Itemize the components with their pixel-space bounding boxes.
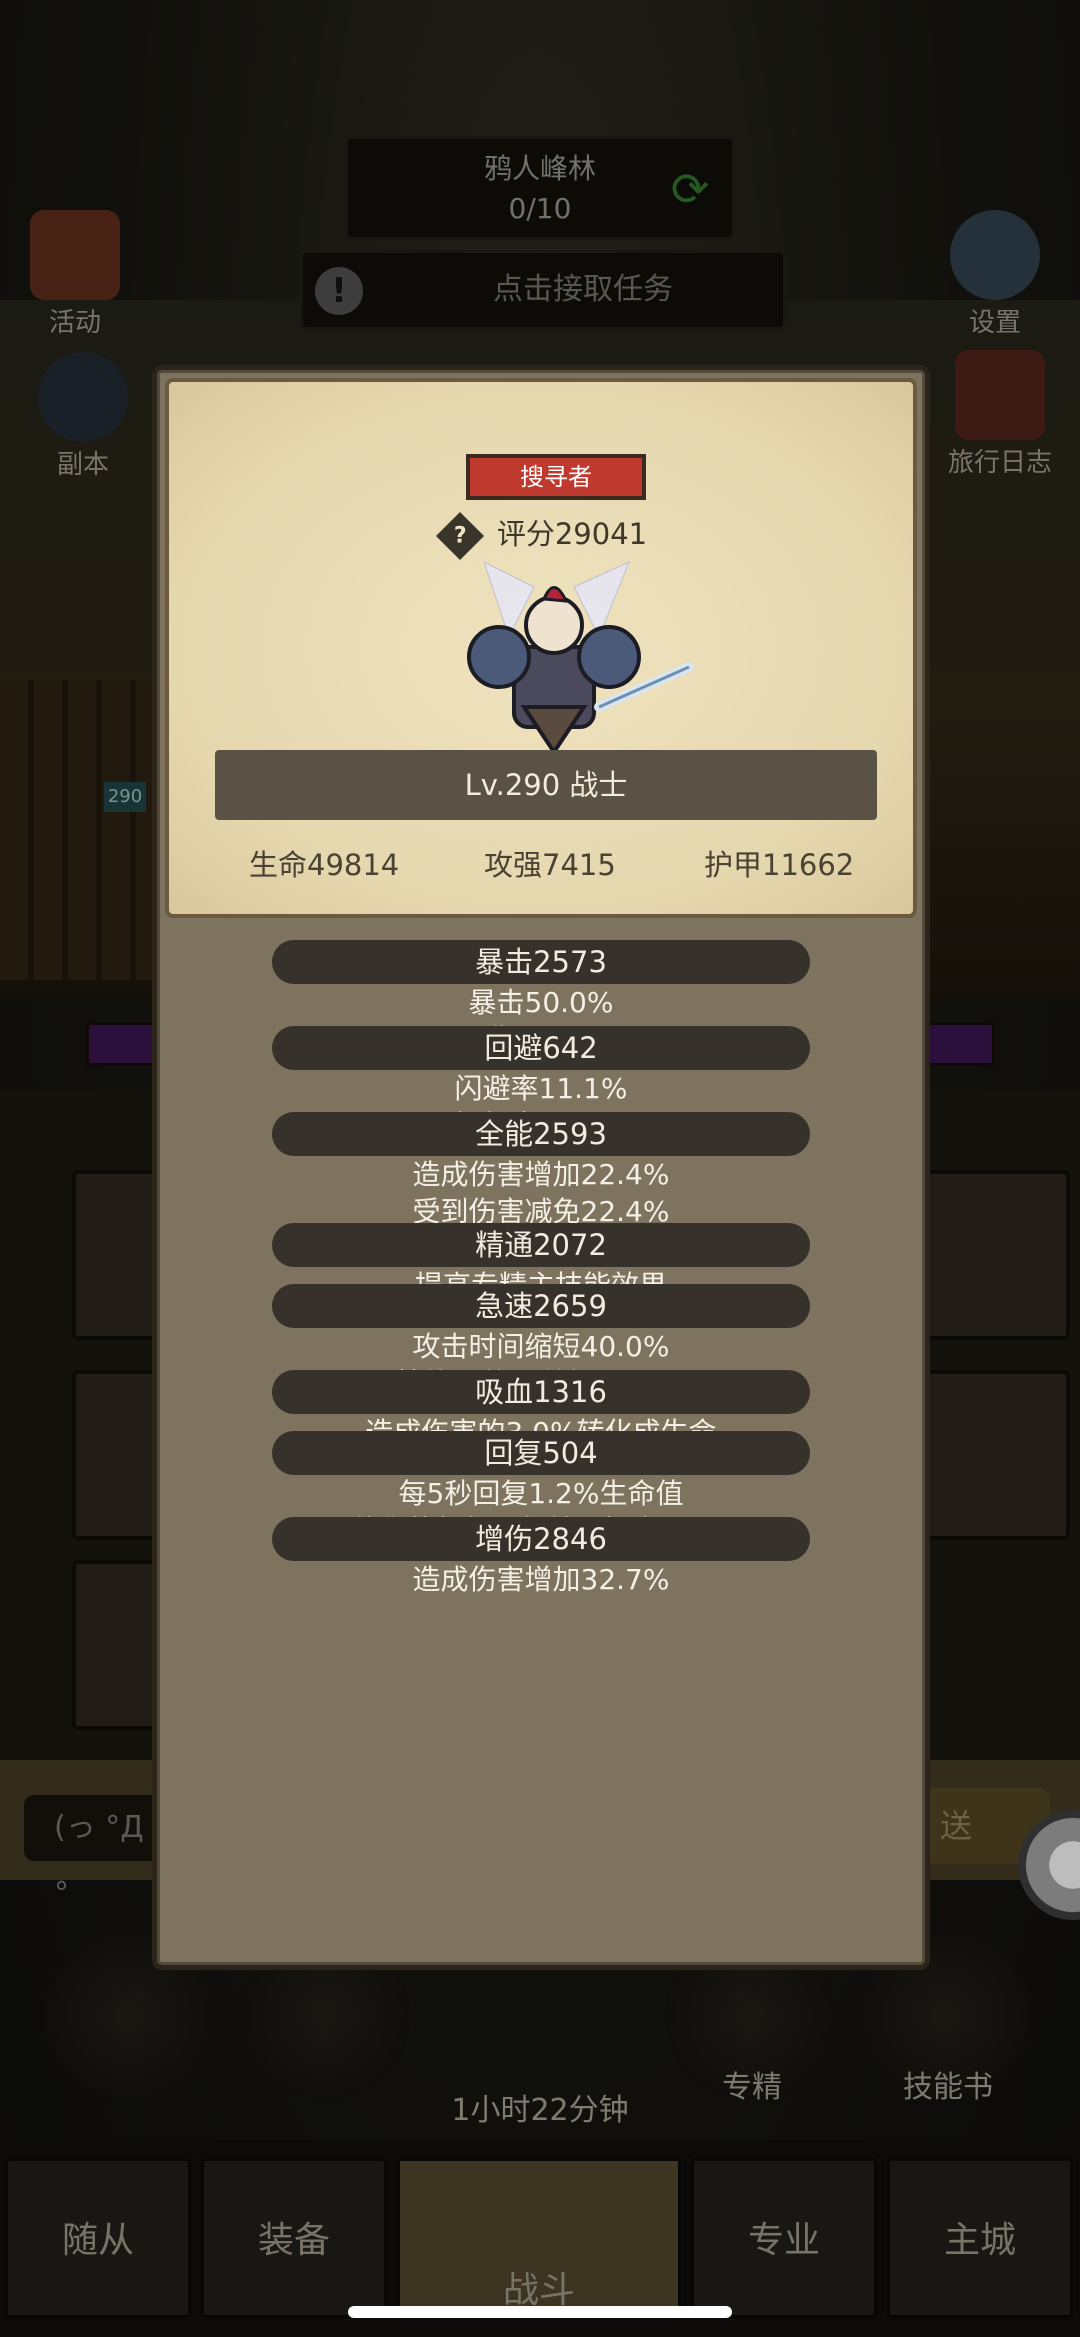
hp-stat: 生命49814 [249,848,400,882]
stat-header: 急速2659 [272,1284,810,1328]
stat-detail: 造成伤害增加22.4% [412,1158,670,1191]
stat-header: 暴击2573 [272,940,810,984]
stat-detail: 造成伤害增加32.7% [412,1563,670,1596]
stat-detail: 攻击时间缩短40.0% [412,1330,670,1363]
stat-header: 回避642 [272,1026,810,1070]
character-stats-popup: 搜寻者 ? 评分29041 Lv.290 战士 生命49814 攻强7415 护甲… [152,365,930,1970]
help-icon[interactable]: ? [435,511,484,561]
score-value: 评分29041 [496,517,648,551]
stat-group: 增伤2846 造成伤害增加32.7% [157,1517,925,1598]
stat-header: 全能2593 [272,1112,810,1156]
stat-detail: 闪避率11.1% [454,1072,628,1105]
attack-stat: 攻强7415 [484,848,616,882]
home-indicator [348,2306,732,2318]
class-badge: 搜寻者 [466,454,646,500]
score-row: ? 评分29041 [169,511,921,561]
stat-header: 回复504 [272,1431,810,1475]
character-card: 搜寻者 ? 评分29041 Lv.290 战士 生命49814 攻强7415 护甲… [165,378,917,918]
stat-header: 增伤2846 [272,1517,810,1561]
stat-header: 精通2072 [272,1223,810,1267]
warrior-avatar [467,561,694,756]
stat-header: 吸血1316 [272,1370,810,1414]
base-stats: 生命49814 攻强7415 护甲11662 [169,842,921,892]
armor-stat: 护甲11662 [704,848,855,882]
stat-detail: 每5秒回复1.2%生命值 [398,1477,684,1510]
stat-detail: 暴击50.0% [468,986,614,1019]
level-banner: Lv.290 战士 [215,750,877,820]
